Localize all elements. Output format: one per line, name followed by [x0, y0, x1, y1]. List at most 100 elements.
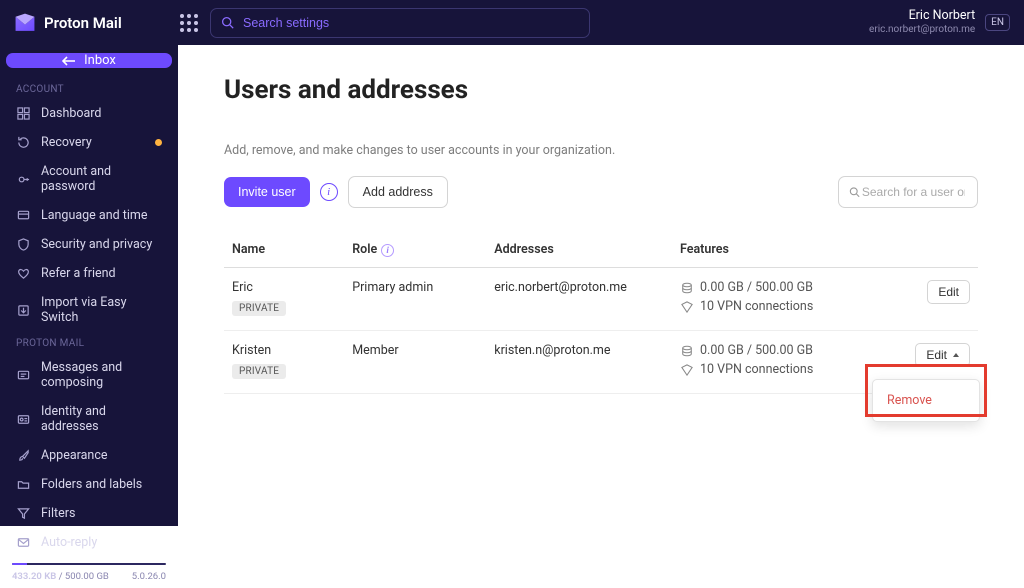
storage-quota-text: 433.20 KB / 500.00 GB: [12, 571, 109, 582]
sidebar-item-appearance[interactable]: Appearance: [0, 441, 178, 470]
user-name-cell: Eric: [232, 280, 336, 295]
apps-grid-icon[interactable]: [180, 14, 198, 32]
sidebar: Inbox ACCOUNT Dashboard Recovery Account…: [0, 45, 178, 526]
sidebar-item-label: Dashboard: [41, 106, 162, 121]
sidebar-section-account: ACCOUNT: [0, 84, 178, 95]
edit-dropdown: Remove: [872, 379, 980, 422]
user-email: eric.norbert@proton.me: [869, 24, 975, 37]
search-icon: [221, 16, 234, 29]
user-search-input[interactable]: [860, 184, 967, 200]
brand-logo[interactable]: Proton Mail: [0, 12, 178, 34]
private-badge: PRIVATE: [232, 364, 286, 379]
edit-user-button[interactable]: Edit: [927, 280, 970, 304]
vpn-feature: 10 VPN connections: [680, 362, 883, 377]
storage-feature: 0.00 GB / 500.00 GB: [680, 343, 883, 358]
brush-icon: [16, 449, 31, 462]
user-search[interactable]: [838, 176, 978, 208]
table-row: Kristen PRIVATE Member kristen.n@proton.…: [224, 331, 978, 394]
sidebar-item-account-password[interactable]: Account and password: [0, 157, 178, 201]
info-icon[interactable]: i: [320, 183, 338, 201]
sidebar-item-label: Filters: [41, 506, 162, 521]
main-content: Users and addresses Add, remove, and mak…: [178, 45, 1024, 526]
add-address-button[interactable]: Add address: [348, 176, 448, 208]
filter-icon: [16, 507, 31, 520]
inbox-button-label: Inbox: [84, 53, 116, 68]
col-name: Name: [224, 232, 344, 268]
storage-feature: 0.00 GB / 500.00 GB: [680, 280, 883, 295]
recovery-icon: [16, 136, 31, 149]
id-icon: [16, 413, 31, 426]
sidebar-item-label: Security and privacy: [41, 237, 162, 252]
col-actions: [891, 232, 978, 268]
auto-icon: [16, 536, 31, 549]
sidebar-item-label: Account and password: [41, 164, 162, 194]
user-address-cell: eric.norbert@proton.me: [486, 268, 672, 331]
proton-logo-icon: [14, 12, 36, 34]
sidebar-item-label: Recovery: [41, 135, 145, 150]
sidebar-item-identity[interactable]: Identity and addresses: [0, 397, 178, 441]
vpn-feature: 10 VPN connections: [680, 299, 883, 314]
sidebar-item-recovery[interactable]: Recovery: [0, 128, 178, 157]
key-icon: [16, 173, 31, 186]
user-address-cell: kristen.n@proton.me: [486, 331, 672, 394]
col-role: Rolei: [344, 232, 486, 268]
sidebar-item-language-time[interactable]: Language and time: [0, 201, 178, 230]
sidebar-footer: 433.20 KB / 500.00 GB 5.0.26.0: [0, 557, 178, 588]
private-badge: PRIVATE: [232, 301, 286, 316]
edit-user-button[interactable]: Edit: [915, 343, 970, 367]
sidebar-item-label: Import via Easy Switch: [41, 295, 162, 325]
table-row: Eric PRIVATE Primary admin eric.norbert@…: [224, 268, 978, 331]
vpn-icon: [680, 301, 693, 313]
sidebar-item-label: Language and time: [41, 208, 162, 223]
page-subtext: Add, remove, and make changes to user ac…: [224, 143, 978, 158]
brand-name: Proton Mail: [44, 14, 122, 32]
shield-icon: [16, 238, 31, 251]
arrow-left-icon: [62, 56, 76, 66]
sidebar-item-label: Messages and composing: [41, 360, 162, 390]
storage-icon: [680, 345, 693, 357]
settings-search-input[interactable]: [241, 15, 579, 31]
chevron-up-icon: [953, 353, 959, 357]
sidebar-item-label: Identity and addresses: [41, 404, 162, 434]
user-role-cell: Member: [344, 331, 486, 394]
sidebar-section-mail: PROTON MAIL: [0, 338, 178, 349]
remove-user-item[interactable]: Remove: [873, 388, 979, 413]
back-to-inbox-button[interactable]: Inbox: [6, 53, 172, 68]
users-table: Name Rolei Addresses Features Eric PRIVA…: [224, 232, 978, 394]
sidebar-item-autoreply[interactable]: Auto-reply: [0, 528, 178, 557]
invite-user-button[interactable]: Invite user: [224, 177, 310, 207]
col-features: Features: [672, 232, 891, 268]
grid-icon: [16, 107, 31, 120]
globe-icon: [16, 209, 31, 222]
import-icon: [16, 304, 31, 317]
sidebar-item-dashboard[interactable]: Dashboard: [0, 99, 178, 128]
sidebar-item-messages[interactable]: Messages and composing: [0, 353, 178, 397]
app-version: 5.0.26.0: [132, 571, 166, 582]
top-bar: Proton Mail Eric Norbert eric.norbert@pr…: [0, 0, 1024, 45]
sidebar-item-refer[interactable]: Refer a friend: [0, 259, 178, 288]
sidebar-item-folders[interactable]: Folders and labels: [0, 470, 178, 499]
storage-icon: [680, 282, 693, 294]
folder-icon: [16, 478, 31, 491]
notification-dot-icon: [155, 139, 162, 146]
info-icon[interactable]: i: [381, 244, 394, 257]
user-role-cell: Primary admin: [344, 268, 486, 331]
user-name-cell: Kristen: [232, 343, 336, 358]
sidebar-item-filters[interactable]: Filters: [0, 499, 178, 528]
sidebar-item-label: Refer a friend: [41, 266, 162, 281]
sidebar-item-label: Folders and labels: [41, 477, 162, 492]
sidebar-item-security[interactable]: Security and privacy: [0, 230, 178, 259]
account-menu[interactable]: Eric Norbert eric.norbert@proton.me EN: [869, 8, 1010, 36]
sidebar-item-label: Auto-reply: [41, 535, 162, 550]
page-title: Users and addresses: [224, 75, 978, 105]
language-badge[interactable]: EN: [985, 14, 1010, 31]
vpn-icon: [680, 364, 693, 376]
search-icon: [849, 186, 860, 198]
settings-search[interactable]: [210, 8, 590, 38]
compose-icon: [16, 369, 31, 382]
user-name: Eric Norbert: [869, 8, 975, 24]
heart-icon: [16, 267, 31, 280]
sidebar-item-import[interactable]: Import via Easy Switch: [0, 288, 178, 332]
col-addresses: Addresses: [486, 232, 672, 268]
sidebar-item-label: Appearance: [41, 448, 162, 463]
